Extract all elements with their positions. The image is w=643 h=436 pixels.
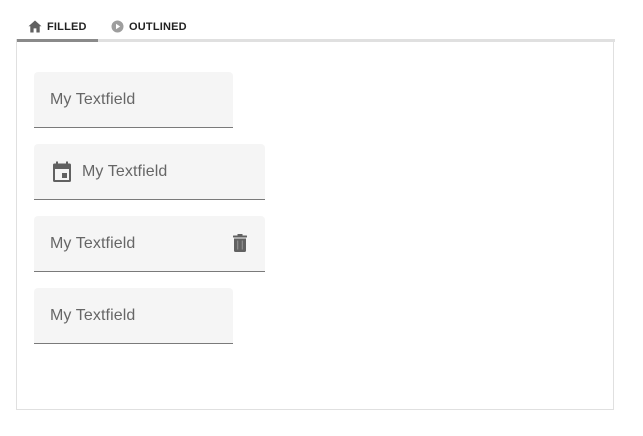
- textfield-filled[interactable]: My Textfield: [34, 288, 233, 344]
- tab-filled-label: FILLED: [47, 20, 87, 33]
- tab-outlined-label: OUTLINED: [129, 20, 187, 33]
- play-circle-icon: [110, 20, 124, 34]
- tab-bar: FILLED OUTLINED: [16, 14, 615, 42]
- tab-panel: My Textfield My Textfield My Textfield M…: [16, 39, 614, 410]
- textfield-with-leading-icon[interactable]: My Textfield: [34, 144, 265, 200]
- textfield-label: My Textfield: [50, 306, 136, 324]
- calendar-icon: [51, 161, 73, 183]
- textfield-filled[interactable]: My Textfield: [34, 72, 233, 128]
- textfield-label: My Textfield: [50, 234, 136, 252]
- trash-icon[interactable]: [229, 232, 251, 254]
- tab-filled[interactable]: FILLED: [16, 14, 98, 42]
- textfield-with-trailing-icon[interactable]: My Textfield: [34, 216, 265, 272]
- tab-outlined[interactable]: OUTLINED: [108, 14, 187, 39]
- home-icon: [28, 20, 42, 34]
- textfield-label: My Textfield: [50, 90, 136, 108]
- textfield-label: My Textfield: [82, 162, 168, 180]
